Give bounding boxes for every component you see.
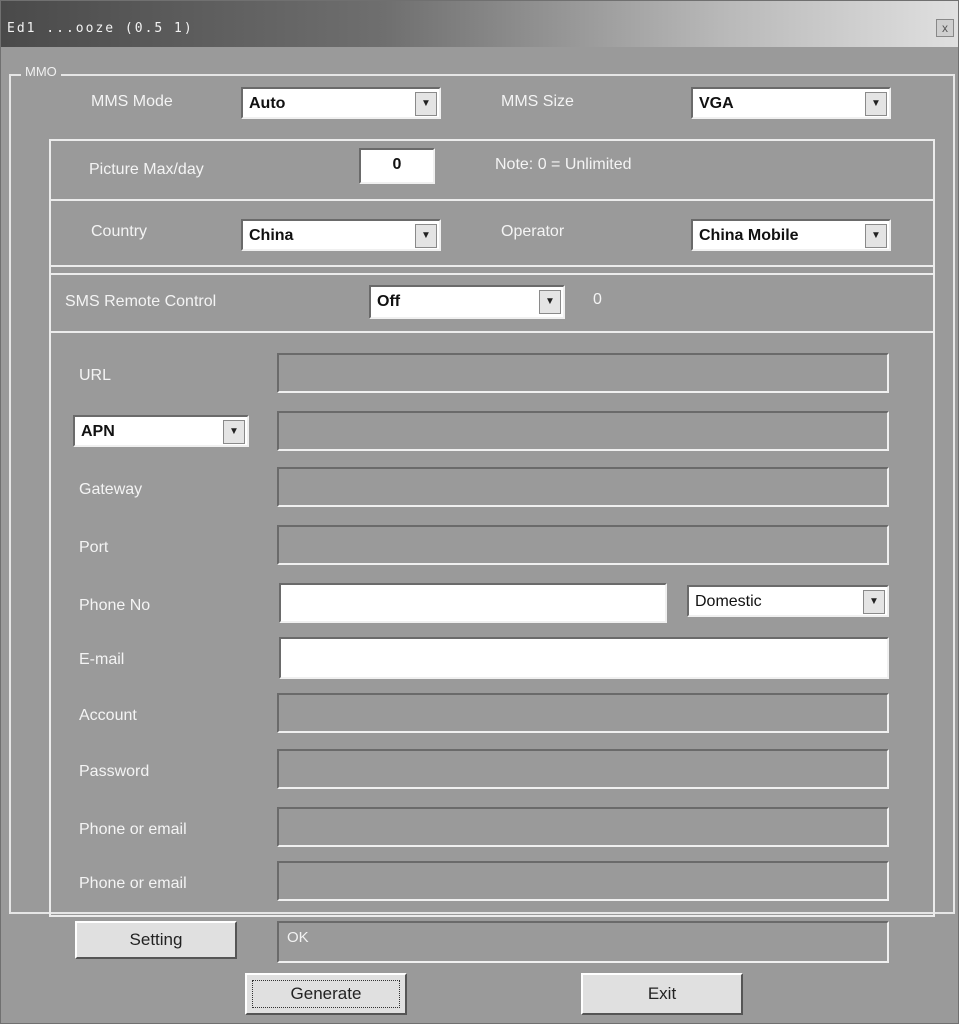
mms-mode-label: MMS Mode [91, 93, 173, 110]
phone-label: Phone No [79, 597, 151, 614]
apn-value: APN [81, 423, 115, 440]
phone-email-label-1: Phone or email [79, 821, 187, 838]
close-icon: x [942, 21, 948, 35]
dialog-window: Ed1 ...ooze (0.5 1) x MMO MMS Mode Auto … [0, 0, 959, 1024]
chevron-down-icon[interactable]: ▼ [415, 92, 437, 116]
apn-select[interactable]: APN ▼ [73, 415, 249, 447]
phone-type-select[interactable]: Domestic ▼ [687, 585, 889, 617]
url-label: URL [79, 367, 112, 384]
groupbox-legend: MMO [21, 64, 61, 79]
mms-size-label: MMS Size [501, 93, 574, 110]
apn-input[interactable] [277, 411, 889, 451]
generate-button-label: Generate [290, 984, 362, 1003]
mms-mode-select[interactable]: Auto ▼ [241, 87, 441, 119]
chevron-down-icon[interactable]: ▼ [539, 290, 561, 314]
email-label: E-mail [79, 651, 125, 668]
port-input[interactable] [277, 525, 889, 565]
email-input[interactable] [279, 637, 889, 679]
phone-email-input-1[interactable] [277, 807, 889, 847]
mms-mode-value: Auto [249, 95, 286, 112]
separator-line [933, 139, 935, 917]
sms-remote-label: SMS Remote Control [65, 293, 217, 310]
country-label: Country [91, 223, 148, 240]
gateway-input[interactable] [277, 467, 889, 507]
picture-max-input[interactable]: 0 [359, 148, 435, 184]
gateway-label: Gateway [79, 481, 143, 498]
sms-remote-select[interactable]: Off ▼ [369, 285, 565, 319]
status-value: OK [287, 929, 309, 946]
window-title: Ed1 ...ooze (0.5 1) [7, 21, 194, 36]
password-input[interactable] [277, 749, 889, 789]
separator-line [49, 273, 935, 275]
setting-button-label: Setting [129, 930, 183, 949]
separator-line [49, 915, 935, 917]
separator-line [49, 139, 935, 141]
setting-button[interactable]: Setting [75, 921, 237, 959]
operator-value: China Mobile [699, 227, 799, 244]
title-bar[interactable]: Ed1 ...ooze (0.5 1) x [1, 1, 958, 47]
exit-button-label: Exit [647, 984, 677, 1003]
phone-email-input-2[interactable] [277, 861, 889, 901]
chevron-down-icon[interactable]: ▼ [223, 420, 245, 444]
chevron-down-icon[interactable]: ▼ [415, 224, 437, 248]
account-label: Account [79, 707, 137, 724]
account-input[interactable] [277, 693, 889, 733]
generate-button[interactable]: Generate [245, 973, 407, 1015]
chevron-down-icon[interactable]: ▼ [865, 224, 887, 248]
password-label: Password [79, 763, 150, 780]
phone-email-label-2: Phone or email [79, 875, 187, 892]
separator-line [49, 139, 51, 917]
exit-button[interactable]: Exit [581, 973, 743, 1015]
sms-remote-value: Off [377, 293, 401, 310]
chevron-down-icon[interactable]: ▼ [863, 590, 885, 614]
picture-note: Note: 0 = Unlimited [495, 156, 632, 173]
phone-input[interactable] [279, 583, 667, 623]
country-value: China [249, 227, 294, 244]
status-field: OK [277, 921, 889, 963]
url-input[interactable] [277, 353, 889, 393]
mms-size-select[interactable]: VGA ▼ [691, 87, 891, 119]
sms-extra-value: 0 [593, 291, 602, 308]
phone-type-value: Domestic [695, 593, 762, 610]
separator-line [49, 331, 935, 333]
mms-size-value: VGA [699, 95, 734, 112]
close-button[interactable]: x [936, 19, 954, 37]
port-label: Port [79, 539, 109, 556]
picture-max-label: Picture Max/day [89, 161, 204, 178]
separator-line [49, 265, 935, 267]
chevron-down-icon[interactable]: ▼ [865, 92, 887, 116]
operator-label: Operator [501, 223, 565, 240]
country-select[interactable]: China ▼ [241, 219, 441, 251]
separator-line [49, 199, 935, 201]
operator-select[interactable]: China Mobile ▼ [691, 219, 891, 251]
